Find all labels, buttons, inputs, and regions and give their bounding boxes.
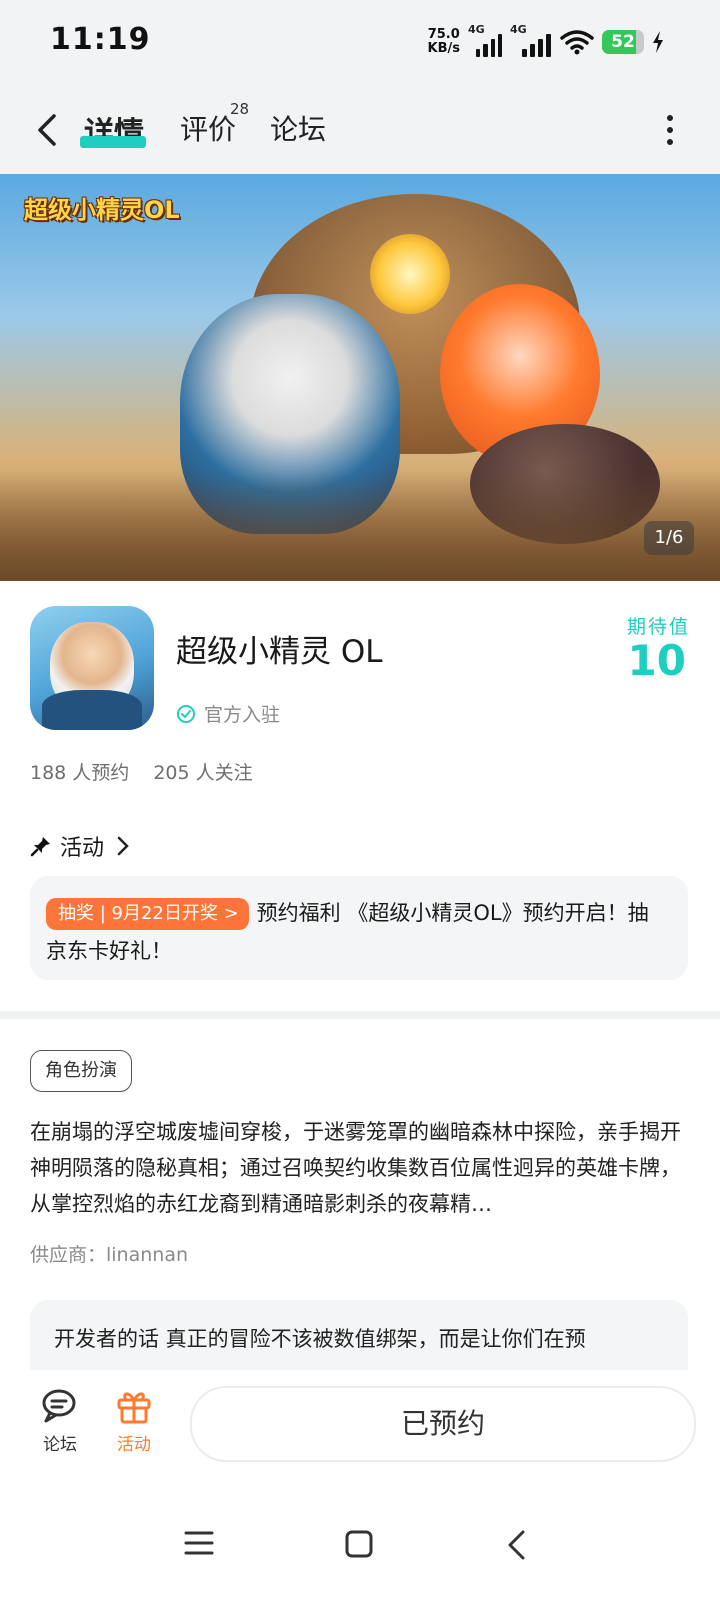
official-badge: 官方入驻 [176,700,280,727]
reservation-count: 188 人预约 [30,762,130,784]
forum-chat-icon [42,1389,76,1423]
tab-review[interactable]: 评价 [180,108,236,148]
charging-icon [653,31,663,53]
developer-words-card[interactable]: 开发者的话 真正的冒险不该被数值绑架，而是让你们在预 [30,1300,688,1370]
expectation-label: 期待值 [626,616,690,638]
signal-icon: 4G [468,23,502,57]
status-icons: 75.0 KB/s 4G 4G 52 [427,23,664,60]
ground-artwork [0,471,720,581]
app-icon [30,606,154,730]
gift-icon [117,1392,151,1424]
game-description[interactable]: 在崩塌的浮空城废墟间穿梭，于迷雾笼罩的幽暗森林中探险，亲手揭开神明陨落的隐秘真相… [30,1114,690,1222]
banner-carousel[interactable]: 超级小精灵OL 1/6 [0,174,720,581]
follower-count: 205 人关注 [153,762,253,784]
verified-check-icon [177,704,195,723]
banner-counter: 1/6 [644,521,694,555]
section-divider [0,1011,720,1019]
back-icon[interactable] [30,108,70,152]
net-speed: 75.0 KB/s [427,27,460,56]
signal-icon: 4G [510,23,552,57]
status-time: 11:19 [50,22,151,57]
game-logo: 超级小精灵OL [24,196,180,224]
reserved-button[interactable]: 已预约 [190,1386,696,1462]
review-count-badge: 28 [230,100,250,118]
genre-tag[interactable]: 角色扮演 [30,1050,132,1092]
supplier-info: 供应商：linannan [30,1244,189,1266]
menu-icon[interactable] [184,1530,214,1556]
tab-forum[interactable]: 论坛 [270,108,326,148]
activity-card[interactable]: 抽奖 | 9月22日开奖 > 预约福利 《超级小精灵OL》预约开启！抽京东卡好礼！ [30,876,688,980]
status-bar: 11:19 75.0 KB/s 4G 4G 52 [0,0,720,84]
stats-row: 188 人预约 205 人关注 [30,758,253,785]
top-nav: 详情 评价 28 论坛 [0,84,720,174]
activity-shortcut[interactable]: 活动 [104,1386,164,1455]
forum-shortcut[interactable]: 论坛 [30,1386,90,1455]
developer-words-text: 开发者的话 真正的冒险不该被数值绑架，而是让你们在预 [54,1327,586,1351]
home-icon[interactable] [345,1530,373,1558]
pin-icon [30,837,50,857]
app-title: 超级小精灵 OL [176,634,383,670]
battery-icon: 52 [602,30,644,54]
system-back-icon[interactable] [506,1530,528,1560]
bottom-action-bar: 论坛 活动 已预约 [0,1370,720,1470]
expectation-value: 10 [627,636,686,685]
more-icon[interactable] [660,112,680,148]
chevron-right-icon [117,836,129,856]
wifi-icon [560,30,594,55]
airship-core-artwork [370,234,450,314]
lottery-tag[interactable]: 抽奖 | 9月22日开奖 > [46,898,249,930]
system-nav-bar [0,1480,720,1602]
activity-heading[interactable]: 活动 [30,830,130,862]
active-tab-indicator [80,136,146,148]
